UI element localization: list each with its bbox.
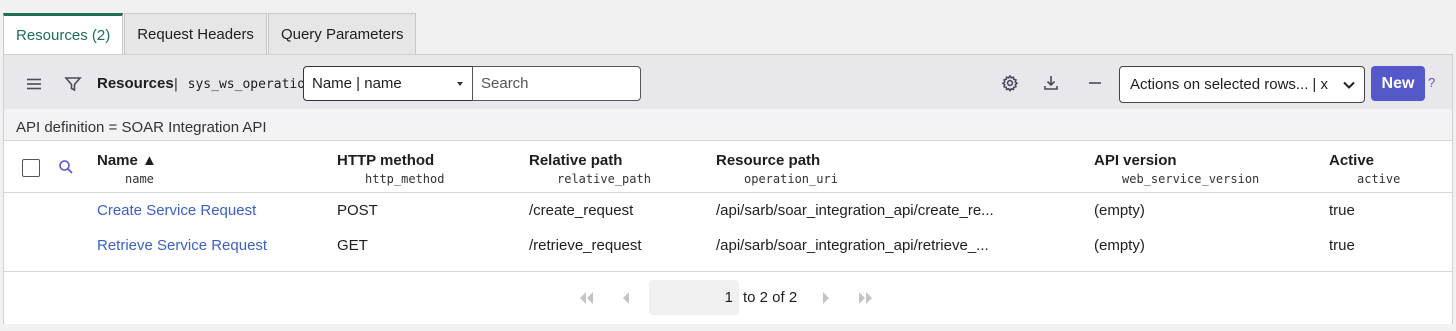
hamburger-menu-icon[interactable] xyxy=(20,70,48,98)
column-label: HTTP method xyxy=(337,152,435,169)
column-label: Resource path xyxy=(716,152,821,169)
column-header-resource-path[interactable]: Resource path operation_uri xyxy=(716,152,838,186)
cell-api-version: (empty) xyxy=(1094,237,1145,254)
list-title: Resources xyxy=(97,75,174,92)
record-link[interactable]: Retrieve Service Request xyxy=(97,237,267,254)
tab-resources[interactable]: Resources (2) xyxy=(3,13,124,54)
filter-breadcrumb[interactable]: API definition = SOAR Integration API xyxy=(4,109,1452,141)
page-number-input[interactable] xyxy=(649,280,739,315)
cell-resource-path: /api/sarb/soar_integration_api/create_re… xyxy=(716,202,994,219)
column-field: http_method xyxy=(365,172,445,186)
cell-relative-path: /create_request xyxy=(529,202,634,219)
actions-select-label: Actions on selected rows... xyxy=(1130,76,1309,93)
column-label: API version xyxy=(1094,152,1177,169)
search-icon[interactable] xyxy=(52,153,80,181)
select-all-checkbox[interactable] xyxy=(22,159,40,177)
tab-request-headers[interactable]: Request Headers xyxy=(124,13,267,54)
search-field-select-value: Name | name xyxy=(312,75,402,92)
column-label: Relative path xyxy=(529,152,623,169)
record-link[interactable]: Create Service Request xyxy=(97,202,256,219)
filter-icon[interactable] xyxy=(59,70,87,98)
table-row: Retrieve Service Request GET /retrieve_r… xyxy=(4,229,1452,263)
caret-down-icon xyxy=(457,82,463,86)
cell-api-version: (empty) xyxy=(1094,202,1145,219)
chevron-down-icon xyxy=(1342,78,1356,96)
column-header-name[interactable]: Name ▲ name xyxy=(97,152,157,186)
column-field: name xyxy=(125,172,154,186)
column-header-http-method[interactable]: HTTP method http_method xyxy=(337,152,444,186)
tab-bar: Resources (2) Request Headers Query Para… xyxy=(3,13,417,54)
pagination-bar: to 2 of 2 xyxy=(4,271,1452,324)
cell-active: true xyxy=(1329,202,1355,219)
column-field: active xyxy=(1357,172,1401,186)
download-icon[interactable] xyxy=(1037,69,1065,97)
search-input[interactable] xyxy=(472,66,641,101)
table-header: Name ▲ name HTTP method http_method Rela… xyxy=(4,141,1452,193)
cell-http-method: GET xyxy=(337,237,368,254)
actions-select[interactable]: Actions on selected rows... | x xyxy=(1119,66,1365,103)
column-field: web_service_version xyxy=(1122,172,1260,186)
last-page-icon[interactable] xyxy=(856,291,874,305)
column-field: relative_path xyxy=(557,172,651,186)
next-page-icon[interactable] xyxy=(816,291,834,305)
list-toolbar: Resources | sys_ws_operation Name | name… xyxy=(4,55,1452,109)
column-label: Name ▲ xyxy=(97,152,157,169)
cell-resource-path: /api/sarb/soar_integration_api/retrieve_… xyxy=(716,237,989,254)
column-field: operation_uri xyxy=(744,172,838,186)
first-page-icon[interactable] xyxy=(578,291,596,305)
gear-icon[interactable] xyxy=(996,69,1024,97)
help-icon[interactable]: ? xyxy=(1428,75,1435,90)
cell-relative-path: /retrieve_request xyxy=(529,237,642,254)
cell-active: true xyxy=(1329,237,1355,254)
table-name: | sys_ws_operation xyxy=(172,77,313,92)
column-label: Active xyxy=(1329,152,1375,169)
column-header-relative-path[interactable]: Relative path relative_path xyxy=(529,152,651,186)
page-range: to 2 of 2 xyxy=(743,289,798,306)
actions-select-suffix: | x xyxy=(1312,76,1328,93)
tab-query-parameters[interactable]: Query Parameters xyxy=(267,13,417,54)
previous-page-icon[interactable] xyxy=(618,291,636,305)
cell-http-method: POST xyxy=(337,202,378,219)
table-row: Create Service Request POST /create_requ… xyxy=(4,194,1452,228)
column-header-active[interactable]: Active active xyxy=(1329,152,1400,186)
collapse-icon[interactable] xyxy=(1081,69,1109,97)
search-field-select[interactable]: Name | name xyxy=(303,66,473,101)
new-button[interactable]: New xyxy=(1371,66,1425,101)
column-header-api-version[interactable]: API version web_service_version xyxy=(1094,152,1259,186)
related-list-panel: Resources | sys_ws_operation Name | name… xyxy=(3,54,1453,324)
